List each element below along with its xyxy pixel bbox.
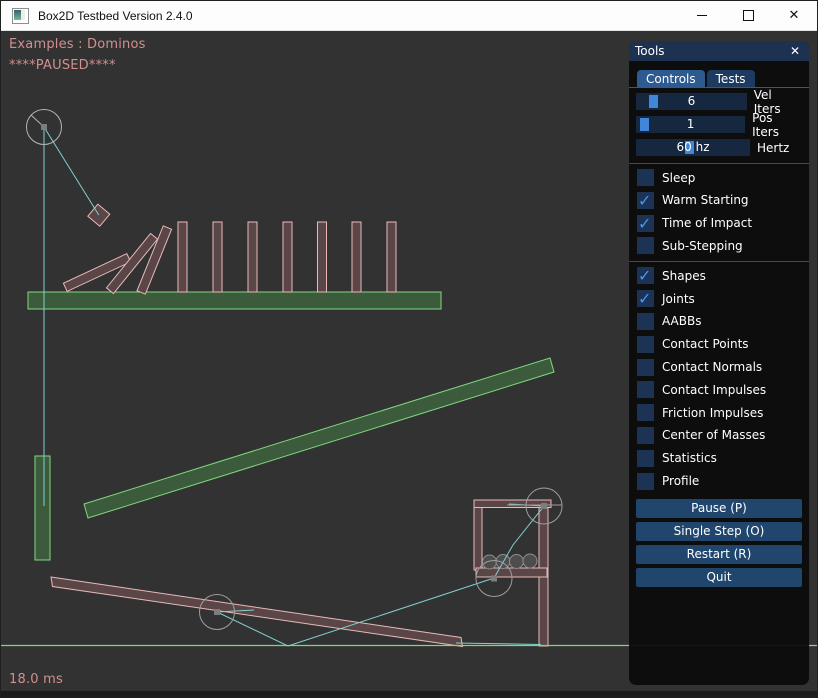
pos-iters-row: 1 Pos Iters: [636, 116, 801, 133]
checkbox-row-contact-impulses[interactable]: ✓Contact Impulses: [637, 381, 801, 398]
checkbox[interactable]: ✓: [637, 359, 654, 376]
separator: [629, 261, 809, 262]
quit-button[interactable]: Quit: [636, 568, 802, 587]
checkbox[interactable]: ✓: [637, 313, 654, 330]
maximize-icon: [743, 10, 754, 21]
checkbox[interactable]: ✓: [637, 473, 654, 490]
tab-bar: Controls Tests: [637, 70, 801, 87]
window-controls: ✕: [679, 1, 817, 30]
box2d-testbed-window: Examples : Dominos ****PAUSED**** 18.0 m…: [0, 0, 818, 698]
tools-panel: Tools ✕ Controls Tests 6 Vel Iters 1 Pos: [629, 41, 809, 685]
checkbox-row-contact-points[interactable]: ✓Contact Points: [637, 336, 801, 353]
checkbox-row-time-of-impact[interactable]: ✓Time of Impact: [637, 215, 801, 232]
tab-controls[interactable]: Controls: [637, 70, 705, 87]
checkbox-row-center-of-masses[interactable]: ✓Center of Masses: [637, 427, 801, 444]
window-bottom-border: [1, 691, 817, 697]
checkbox-row-sub-stepping[interactable]: ✓Sub-Stepping: [637, 237, 801, 254]
example-label: Examples : Dominos: [9, 37, 146, 52]
minimize-button[interactable]: [679, 1, 725, 30]
solver-checkboxes: ✓Sleep ✓Warm Starting ✓Time of Impact ✓S…: [637, 169, 801, 254]
app-icon: [12, 8, 29, 24]
checkbox[interactable]: ✓: [637, 427, 654, 444]
checkbox-row-aabbs[interactable]: ✓AABBs: [637, 313, 801, 330]
window-title: Box2D Testbed Version 2.4.0: [38, 9, 193, 23]
checkbox[interactable]: ✓: [637, 169, 654, 186]
angled-plank-static: [84, 358, 554, 518]
panel-close-icon[interactable]: ✕: [787, 43, 803, 59]
checkbox[interactable]: ✓: [637, 267, 654, 284]
maximize-button[interactable]: [725, 1, 771, 30]
draw-checkboxes: ✓Shapes ✓Joints ✓AABBs ✓Contact Points ✓…: [637, 267, 801, 489]
checkbox[interactable]: ✓: [637, 404, 654, 421]
hertz-slider[interactable]: 60 hz: [636, 139, 750, 156]
checkbox-row-warm-starting[interactable]: ✓Warm Starting: [637, 192, 801, 209]
pendulum-box: [88, 204, 110, 226]
paused-label: ****PAUSED****: [9, 58, 116, 73]
check-icon: ✓: [638, 266, 651, 285]
domino-platform: [28, 292, 441, 309]
fallen-plank: [51, 577, 463, 647]
tools-panel-title: Tools: [635, 44, 787, 58]
action-buttons: Pause (P) Single Step (O) Restart (R) Qu…: [636, 499, 802, 587]
close-button[interactable]: ✕: [771, 1, 817, 30]
tools-panel-titlebar[interactable]: Tools ✕: [629, 41, 809, 61]
separator: [629, 163, 809, 164]
pos-iters-slider[interactable]: 1: [636, 116, 745, 133]
checkbox[interactable]: ✓: [637, 290, 654, 307]
checkbox-row-sleep[interactable]: ✓Sleep: [637, 169, 801, 186]
checkbox[interactable]: ✓: [637, 336, 654, 353]
restart-button[interactable]: Restart (R): [636, 545, 802, 564]
tab-tests[interactable]: Tests: [707, 70, 755, 87]
hertz-row: 60 hz Hertz: [636, 139, 801, 156]
frame-time-label: 18.0 ms: [9, 672, 63, 687]
checkbox-row-statistics[interactable]: ✓Statistics: [637, 450, 801, 467]
window-titlebar[interactable]: Box2D Testbed Version 2.4.0 ✕: [1, 1, 817, 31]
checkbox-row-profile[interactable]: ✓Profile: [637, 473, 801, 490]
minimize-icon: [697, 15, 707, 16]
checkbox[interactable]: ✓: [637, 381, 654, 398]
checkbox[interactable]: ✓: [637, 215, 654, 232]
check-icon: ✓: [638, 214, 651, 233]
vel-iters-row: 6 Vel Iters: [636, 93, 801, 110]
vel-iters-slider[interactable]: 6: [636, 93, 747, 110]
pause-button[interactable]: Pause (P): [636, 499, 802, 518]
checkbox[interactable]: ✓: [637, 192, 654, 209]
checkbox-row-joints[interactable]: ✓Joints: [637, 290, 801, 307]
checkbox[interactable]: ✓: [637, 450, 654, 467]
checkbox[interactable]: ✓: [637, 237, 654, 254]
checkbox-row-friction-impulses[interactable]: ✓Friction Impulses: [637, 404, 801, 421]
cradle-balls: [483, 554, 538, 569]
close-icon: ✕: [789, 9, 800, 22]
dominoes: [63, 222, 396, 294]
cradle-frame: [474, 500, 551, 646]
vertical-pillar-static: [35, 456, 50, 560]
check-icon: ✓: [638, 289, 651, 308]
check-icon: ✓: [638, 191, 651, 210]
single-step-button[interactable]: Single Step (O): [636, 522, 802, 541]
checkbox-row-contact-normals[interactable]: ✓Contact Normals: [637, 359, 801, 376]
solver-sliders: 6 Vel Iters 1 Pos Iters 60 hz Hertz: [636, 93, 801, 156]
checkbox-row-shapes[interactable]: ✓Shapes: [637, 267, 801, 284]
